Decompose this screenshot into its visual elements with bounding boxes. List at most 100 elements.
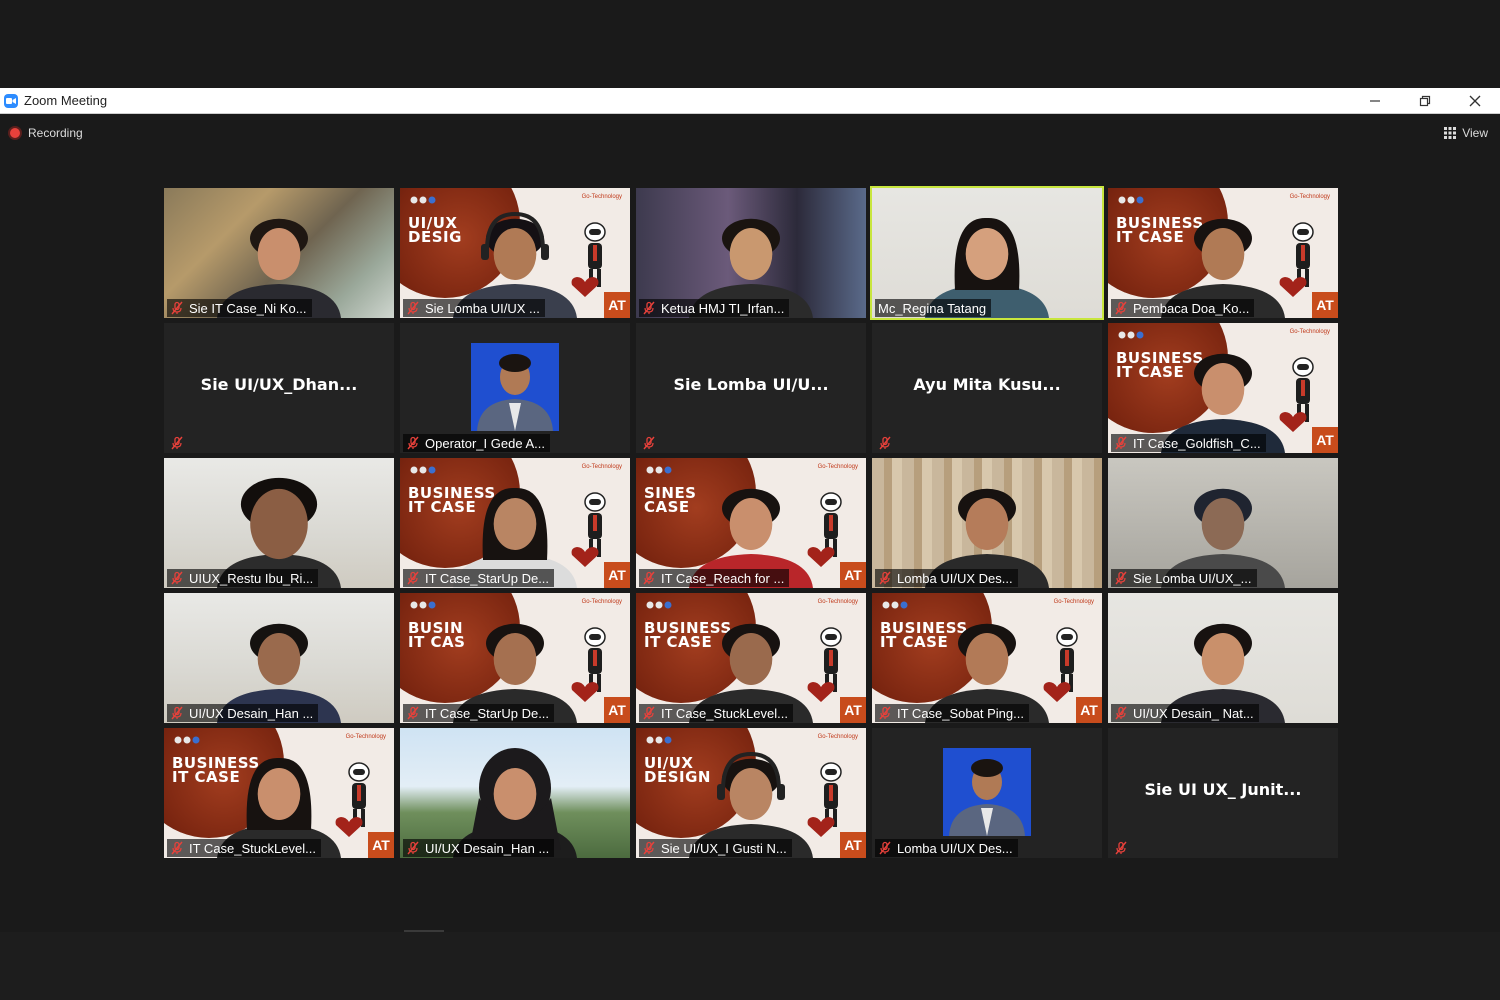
participant-name-label (1111, 839, 1138, 857)
view-button[interactable]: View (1440, 124, 1492, 142)
restore-icon (1419, 95, 1431, 106)
participant-tile[interactable]: Lomba UI/UX Des... (872, 728, 1102, 858)
participant-name: IT Case_Reach for ... (661, 570, 785, 586)
participant-tile[interactable]: Mc_Regina Tatang (870, 186, 1104, 320)
muted-mic-icon (171, 301, 183, 315)
grid-view-icon (1444, 127, 1457, 139)
participant-tile[interactable]: Sie Lomba UI/UX_... (1108, 458, 1338, 588)
participant-name: UIUX_Restu Ibu_Ri... (189, 570, 314, 586)
participant-tile[interactable]: Go-Technology BUSINESS IT CASE AT IT Case… (636, 593, 866, 723)
participant-name: IT Case_Sobat Ping... (897, 705, 1024, 721)
muted-mic-icon (407, 571, 419, 585)
participant-tile[interactable]: UI/UX Desain_Han ... (400, 728, 630, 858)
participant-name-label: Lomba UI/UX Des... (875, 839, 1018, 857)
meeting-stage: Recording View Sie IT Case_Ni Ko... Go-T… (0, 114, 1500, 932)
participant-tile[interactable]: Sie UI/UX_Dhan... (164, 323, 394, 453)
participant-name-label: Sie Lomba UI/UX ... (403, 299, 545, 317)
participant-name: Lomba UI/UX Des... (897, 570, 1013, 586)
participant-name-label (875, 434, 902, 452)
participant-name: Mc_Regina Tatang (878, 300, 987, 316)
participant-name-label: Pembaca Doa_Ko... (1111, 299, 1255, 317)
participant-name: IT Case_StarUp De... (425, 705, 550, 721)
participant-tile[interactable]: Go-Technology SINES CASE AT IT Case_Reach… (636, 458, 866, 588)
profile-photo (943, 748, 1031, 836)
participant-name-center: Sie UI/UX_Dhan... (200, 375, 358, 394)
participant-gallery: Sie IT Case_Ni Ko... Go-Technology UI/UX… (164, 186, 1338, 858)
participant-tile[interactable]: Go-Technology BUSINESS IT CASE AT IT Case… (164, 728, 394, 858)
participant-name: UI/UX Desain_ Nat... (1133, 705, 1254, 721)
participant-tile[interactable]: UI/UX Desain_Han ... (164, 593, 394, 723)
participant-tile[interactable]: UI/UX Desain_ Nat... (1108, 593, 1338, 723)
window-titlebar: Zoom Meeting (0, 88, 1500, 114)
recording-indicator[interactable]: Recording (10, 126, 83, 140)
participant-name-label: Sie IT Case_Ni Ko... (167, 299, 312, 317)
participant-tile[interactable]: Operator_I Gede A... (400, 323, 630, 453)
muted-mic-icon (407, 841, 419, 855)
participant-name-label: UIUX_Restu Ibu_Ri... (167, 569, 319, 587)
participant-name: IT Case_Goldfish_C... (1133, 435, 1261, 451)
muted-mic-icon (879, 841, 891, 855)
participant-tile[interactable]: Sie Lomba UI/U... (636, 323, 866, 453)
participant-name: IT Case_StuckLevel... (189, 840, 316, 856)
muted-mic-icon (407, 436, 419, 450)
participant-name: Sie Lomba UI/UX ... (425, 300, 540, 316)
participant-name: IT Case_StarUp De... (425, 570, 550, 586)
participant-name-label: Operator_I Gede A... (403, 434, 550, 452)
participant-name-label (639, 434, 666, 452)
top-black-band (0, 0, 1500, 88)
muted-mic-icon (879, 706, 891, 720)
bottom-black-band (0, 932, 1500, 1000)
participant-name-label: IT Case_StarUp De... (403, 569, 555, 587)
muted-mic-icon (171, 706, 183, 720)
zoom-app-icon (4, 93, 18, 108)
muted-mic-icon (643, 841, 655, 855)
participant-name: Sie IT Case_Ni Ko... (189, 300, 307, 316)
participant-name-center: Ayu Mita Kusu... (913, 375, 1061, 394)
minimize-button[interactable] (1350, 88, 1400, 113)
muted-mic-icon (643, 571, 655, 585)
participant-tile[interactable]: Ketua HMJ TI_Irfan... (636, 188, 866, 318)
muted-mic-icon (407, 301, 419, 315)
participant-tile[interactable]: Go-Technology BUSINESS IT CASE AT IT Case… (400, 458, 630, 588)
participant-name-label: IT Case_StarUp De... (403, 704, 555, 722)
participant-name: Sie Lomba UI/UX_... (1133, 570, 1252, 586)
participant-name-label: Ketua HMJ TI_Irfan... (639, 299, 790, 317)
participant-name: Sie UI/UX_I Gusti N... (661, 840, 787, 856)
participant-name-label: Lomba UI/UX Des... (875, 569, 1018, 587)
participant-name: Pembaca Doa_Ko... (1133, 300, 1250, 316)
participant-name: Operator_I Gede A... (425, 435, 545, 451)
participant-tile[interactable]: Go-Technology UI/UX DESIG AT Sie Lomba UI… (400, 188, 630, 318)
muted-mic-icon (643, 436, 655, 450)
participant-name-label: IT Case_StuckLevel... (639, 704, 793, 722)
participant-name-center: Sie Lomba UI/U... (673, 375, 829, 394)
muted-mic-icon (1115, 301, 1127, 315)
participant-name-label: UI/UX Desain_ Nat... (1111, 704, 1259, 722)
participant-tile[interactable]: Ayu Mita Kusu... (872, 323, 1102, 453)
participant-name-label: IT Case_Reach for ... (639, 569, 790, 587)
muted-mic-icon (879, 571, 891, 585)
participant-tile[interactable]: Lomba UI/UX Des... (872, 458, 1102, 588)
restore-button[interactable] (1400, 88, 1450, 113)
participant-name: UI/UX Desain_Han ... (189, 705, 314, 721)
muted-mic-icon (407, 706, 419, 720)
participant-tile[interactable]: Sie IT Case_Ni Ko... (164, 188, 394, 318)
participant-tile[interactable]: UIUX_Restu Ibu_Ri... (164, 458, 394, 588)
participant-tile[interactable]: Go-Technology BUSINESS IT CASE AT IT Case… (872, 593, 1102, 723)
muted-mic-icon (879, 436, 891, 450)
participant-name-label: IT Case_StuckLevel... (167, 839, 321, 857)
recording-dot-icon (10, 128, 20, 138)
participant-name: Lomba UI/UX Des... (897, 840, 1013, 856)
participant-tile[interactable]: Go-Technology UI/UX DESIGN AT Sie UI/UX_I… (636, 728, 866, 858)
participant-name: IT Case_StuckLevel... (661, 705, 788, 721)
profile-photo (471, 343, 559, 431)
participant-tile[interactable]: Go-Technology BUSINESS IT CASE AT Pembaca… (1108, 188, 1338, 318)
participant-tile[interactable]: Sie UI UX_ Junit... (1108, 728, 1338, 858)
participant-name: UI/UX Desain_Han ... (425, 840, 550, 856)
participant-name: Ketua HMJ TI_Irfan... (661, 300, 785, 316)
participant-tile[interactable]: Go-Technology BUSIN IT CAS AT IT Case_Sta… (400, 593, 630, 723)
minimize-icon (1370, 99, 1380, 102)
muted-mic-icon (171, 571, 183, 585)
participant-name-center: Sie UI UX_ Junit... (1144, 780, 1302, 799)
close-button[interactable] (1450, 88, 1500, 113)
participant-tile[interactable]: Go-Technology BUSINESS IT CASE AT IT Case… (1108, 323, 1338, 453)
